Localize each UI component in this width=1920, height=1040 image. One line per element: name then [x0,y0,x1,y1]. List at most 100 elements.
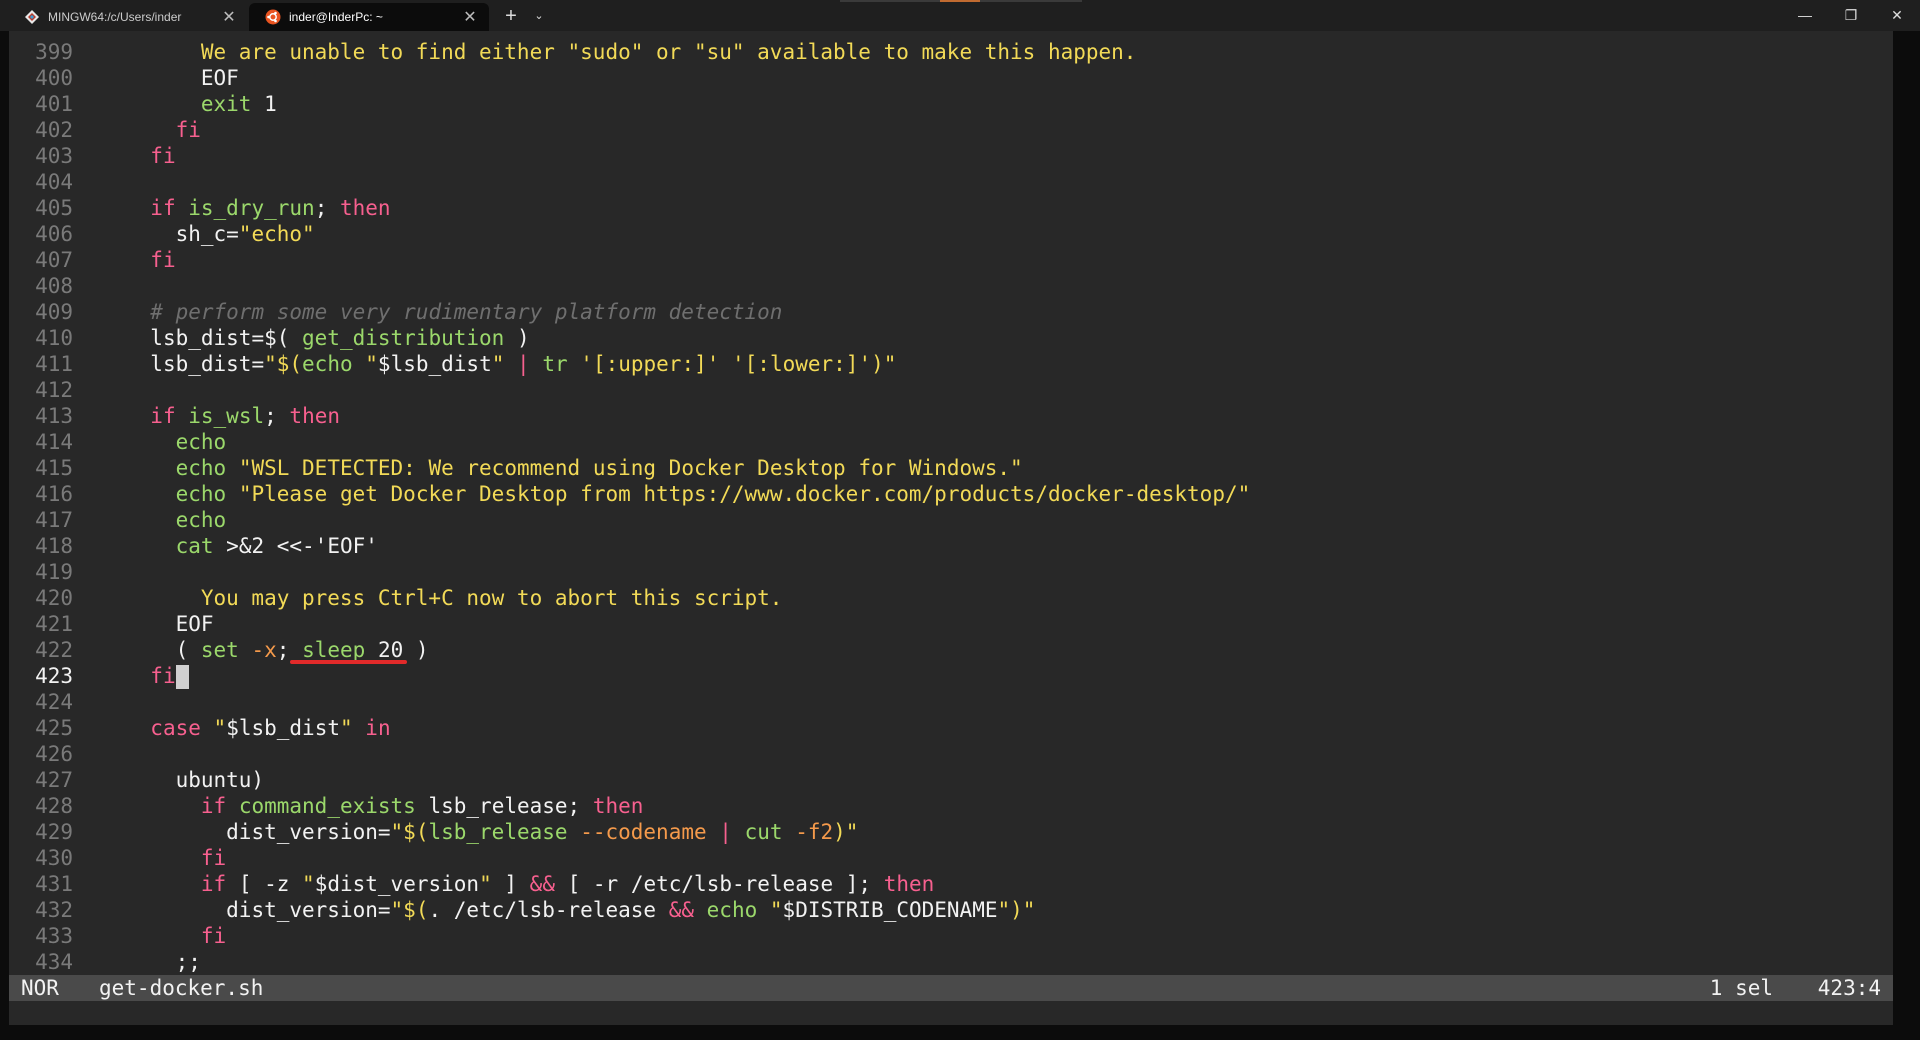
code-line[interactable]: 405 if is_dry_run; then [9,195,1893,221]
ubuntu-icon [265,9,281,25]
line-code: fi [200,924,227,948]
code-line[interactable]: 430 fi [9,845,1893,871]
line-number: 423 [35,664,73,688]
code-line[interactable]: 419 [9,559,1893,585]
code-line[interactable]: 413 if is_wsl; then [9,403,1893,429]
code-line[interactable]: 418 cat >&2 <<-'EOF' [9,533,1893,559]
minimize-button[interactable]: — [1782,0,1828,31]
line-number: 421 [35,612,73,636]
code-line[interactable]: 400 EOF [9,65,1893,91]
code-line[interactable]: 402 fi [9,117,1893,143]
code-line[interactable]: 421 EOF [9,611,1893,637]
line-code: EOF [175,612,214,636]
line-number: 418 [35,534,73,558]
line-number: 405 [35,196,73,220]
line-code: EOF [200,66,239,90]
line-code: lsb_dist=$( get_distribution ) [150,326,530,350]
code-line[interactable]: 415 echo "WSL DETECTED: We recommend usi… [9,455,1893,481]
line-code: # perform some very rudimentary platform… [150,300,783,324]
code-line[interactable]: 432 dist_version="$(. /etc/lsb-release &… [9,897,1893,923]
progress-indicator [840,0,1082,2]
command-line[interactable] [9,1001,1893,1025]
code-line[interactable]: 412 [9,377,1893,403]
close-icon[interactable]: ✕ [220,7,238,27]
line-number: 428 [35,794,73,818]
maximize-button[interactable]: ❐ [1828,0,1874,31]
code-line[interactable]: 429 dist_version="$(lsb_release --codena… [9,819,1893,845]
line-number: 406 [35,222,73,246]
line-code: exit 1 [200,92,277,116]
tab-label: MINGW64:/c/Users/inder [48,10,182,24]
code-line[interactable]: 426 [9,741,1893,767]
line-code: lsb_dist="$(echo "$lsb_dist" | tr '[:upp… [150,352,897,376]
new-tab-button[interactable]: + [499,4,523,28]
code-line[interactable]: 401 exit 1 [9,91,1893,117]
line-number: 420 [35,586,73,610]
line-code: We are unable to find either "sudo" or "… [200,40,1137,64]
code-editor[interactable]: 399 We are unable to find either "sudo" … [9,31,1893,975]
line-number: 430 [35,846,73,870]
close-window-button[interactable]: ✕ [1874,0,1920,31]
code-line[interactable]: 406 sh_c="echo" [9,221,1893,247]
line-number: 410 [35,326,73,350]
line-code: fi [150,248,176,272]
close-icon[interactable]: ✕ [461,7,479,27]
line-code: if is_wsl; then [150,404,340,428]
line-number: 409 [35,300,73,324]
line-number: 424 [35,690,73,714]
code-line[interactable]: 416 echo "Please get Docker Desktop from… [9,481,1893,507]
line-code: fi [125,663,189,689]
line-code: echo "WSL DETECTED: We recommend using D… [175,456,1023,480]
line-code: sh_c="echo" [175,222,315,246]
selection-count: 1 sel [1709,976,1773,1000]
code-line[interactable]: 414 echo [9,429,1893,455]
line-number: 427 [35,768,73,792]
tab-inder-ubuntu[interactable]: inder@InderPc: ~ ✕ [249,3,489,31]
code-line[interactable]: 399 We are unable to find either "sudo" … [9,39,1893,65]
tab-mingw64[interactable]: MINGW64:/c/Users/inder ✕ [8,3,248,31]
code-line[interactable]: 409 # perform some very rudimentary plat… [9,299,1893,325]
line-code: dist_version="$(. /etc/lsb-release && ec… [226,898,1036,922]
line-number: 433 [35,924,73,948]
code-line[interactable]: 420 You may press Ctrl+C now to abort th… [9,585,1893,611]
code-lines: 399 We are unable to find either "sudo" … [9,39,1893,975]
line-code: echo [175,508,227,532]
line-number: 404 [35,170,73,194]
code-line[interactable]: 407 fi [9,247,1893,273]
line-number: 426 [35,742,73,766]
code-line[interactable]: 428 if command_exists lsb_release; then [9,793,1893,819]
line-code: if is_dry_run; then [150,196,391,220]
code-line[interactable]: 403 fi [9,143,1893,169]
code-line[interactable]: 417 echo [9,507,1893,533]
cursor-position: 423:4 [1817,976,1881,1000]
code-line[interactable]: 411 lsb_dist="$(echo "$lsb_dist" | tr '[… [9,351,1893,377]
code-line[interactable]: 404 [9,169,1893,195]
line-number: 401 [35,92,73,116]
code-line[interactable]: 410 lsb_dist=$( get_distribution ) [9,325,1893,351]
line-code: fi [175,118,201,142]
code-line[interactable]: 422 ( set -x; sleep 20 ) [9,637,1893,664]
code-line[interactable]: 431 if [ -z "$dist_version" ] && [ -r /e… [9,871,1893,897]
tab-label: inder@InderPc: ~ [289,10,383,24]
code-line[interactable]: 423 fi [9,663,1893,689]
code-line[interactable]: 433 fi [9,923,1893,949]
line-number: 419 [35,560,73,584]
line-number: 425 [35,716,73,740]
code-line[interactable]: 425 case "$lsb_dist" in [9,715,1893,741]
line-code: case "$lsb_dist" in [150,716,391,740]
line-number: 411 [35,352,73,376]
editor-mode: NOR [21,976,59,1000]
code-line[interactable]: 427 ubuntu) [9,767,1893,793]
line-code: fi [150,144,176,168]
chevron-down-icon[interactable]: ⌄ [529,4,549,28]
line-code: if command_exists lsb_release; then [200,794,644,818]
code-line[interactable]: 434 ;; [9,949,1893,975]
code-line[interactable]: 408 [9,273,1893,299]
line-number: 422 [35,638,73,662]
line-number: 408 [35,274,73,298]
line-number: 403 [35,144,73,168]
code-line[interactable]: 424 [9,689,1893,715]
line-number: 400 [35,66,73,90]
line-number: 434 [35,950,73,974]
scrollbar[interactable] [1893,31,1920,1001]
